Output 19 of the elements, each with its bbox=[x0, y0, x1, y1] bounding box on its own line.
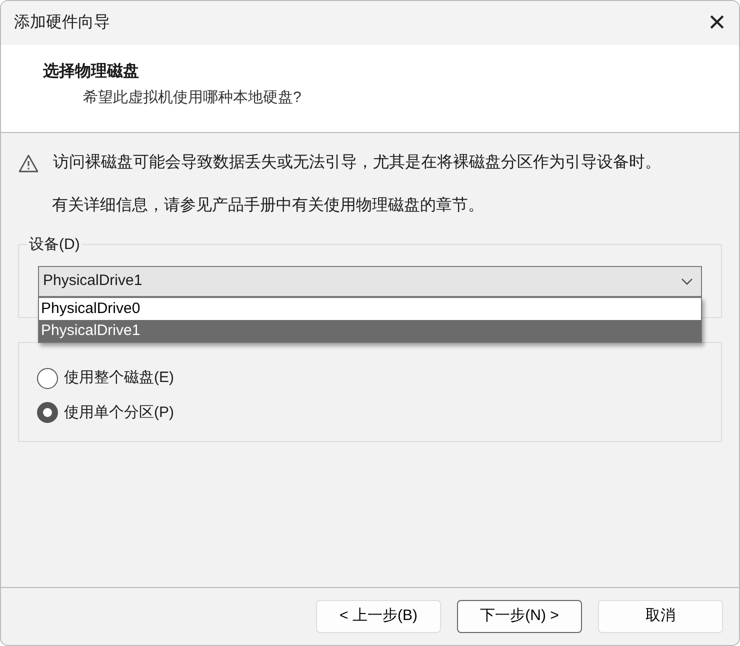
info-text: 有关详细信息，请参见产品手册中有关使用物理磁盘的章节。 bbox=[51, 196, 485, 216]
window-title: 添加硬件向导 bbox=[14, 12, 110, 33]
dialog-button[interactable]: 取消 bbox=[598, 600, 723, 633]
radio-button[interactable] bbox=[37, 402, 58, 424]
dropdown-option[interactable]: PhysicalDrive1 bbox=[39, 320, 701, 342]
dropdown-option[interactable]: PhysicalDrive0 bbox=[39, 298, 701, 320]
page-subtitle: 希望此虚拟机使用哪种本地硬盘? bbox=[82, 88, 302, 108]
radio-button[interactable] bbox=[37, 368, 58, 389]
radio-label[interactable]: 使用整个磁盘(E) bbox=[64, 367, 174, 390]
page-title: 选择物理磁盘 bbox=[43, 60, 140, 82]
radio-label[interactable]: 使用单个分区(P) bbox=[64, 402, 174, 424]
warning-icon bbox=[18, 154, 39, 173]
dialog-button[interactable]: < 上一步(B) bbox=[316, 600, 441, 633]
group-label: 设备(D) bbox=[27, 236, 82, 254]
chevron-icon bbox=[681, 278, 693, 285]
warning-text: 访问裸磁盘可能会导致数据丢失或无法引导，尤其是在将裸磁盘分区作为引导设备时。 bbox=[53, 152, 662, 173]
dropdown-value: PhysicalDrive1 bbox=[43, 271, 142, 292]
dialog-button[interactable]: 下一步(N) > bbox=[457, 600, 582, 633]
close-button[interactable]: × bbox=[695, 1, 739, 45]
